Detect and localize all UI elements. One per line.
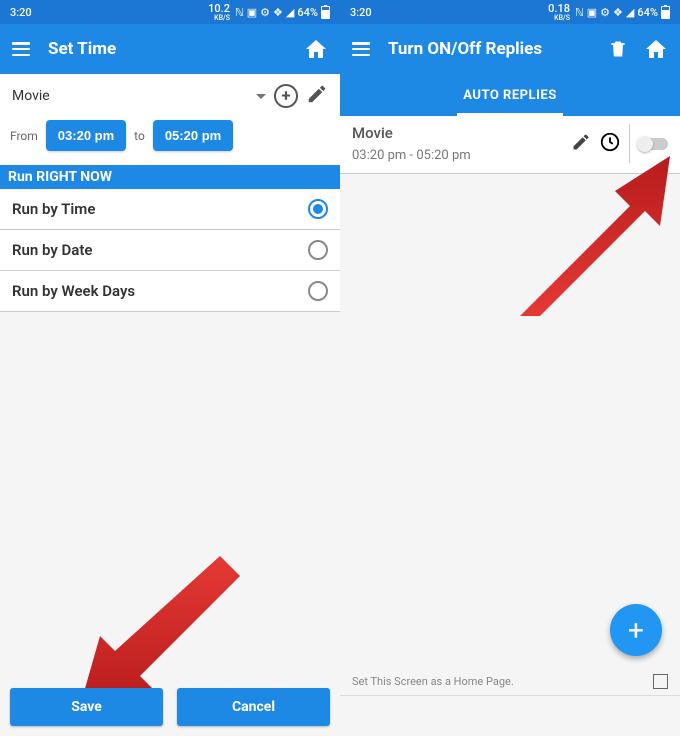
time-range-row: From 03:20 pm to 05:20 pm: [0, 114, 340, 165]
add-profile-button[interactable]: +: [274, 84, 298, 108]
page-title: Turn ON/Off Replies: [388, 39, 590, 59]
tab-bar: AUTO REPLIES: [340, 74, 680, 116]
option-run-by-week[interactable]: Run by Week Days: [0, 271, 340, 312]
screen-replies: 3:20 0.18 KB/S ℕ ▣ ⚙ ❖ ◢ 64% Turn ON/Off…: [340, 0, 680, 736]
status-time: 3:20: [10, 6, 32, 19]
edit-icon[interactable]: [571, 132, 591, 156]
from-time-button[interactable]: 03:20 pm: [46, 120, 126, 151]
chevron-down-icon: [256, 94, 266, 99]
bug-icon: ⚙: [260, 6, 270, 19]
status-right: 0.18 KB/S ℕ ▣ ⚙ ❖ ◢ 64%: [548, 2, 670, 22]
cancel-button[interactable]: Cancel: [177, 688, 330, 726]
nfc-icon: ℕ: [235, 6, 244, 19]
to-time-button[interactable]: 05:20 pm: [153, 120, 233, 151]
set-homepage-checkbox[interactable]: [653, 674, 668, 689]
clock-icon[interactable]: [599, 131, 621, 157]
fab-add-button[interactable]: +: [610, 604, 662, 656]
profile-dropdown[interactable]: Movie: [12, 82, 266, 110]
battery-icon: [661, 6, 670, 19]
body: Movie 03:20 pm - 05:20 pm + Set This Scr…: [340, 116, 680, 736]
battery-pct: 64%: [637, 6, 658, 19]
set-homepage-row: Set This Screen as a Home Page.: [340, 668, 680, 696]
radio-icon: [308, 240, 328, 260]
status-kbs: 0.18 KB/S: [548, 2, 570, 22]
reply-item-time: 03:20 pm - 05:20 pm: [352, 148, 563, 163]
menu-icon[interactable]: [352, 42, 370, 56]
cast-icon: ▣: [587, 6, 597, 19]
wifi-icon: ❖: [273, 6, 283, 19]
set-homepage-label: Set This Screen as a Home Page.: [352, 675, 514, 688]
reply-text: Movie 03:20 pm - 05:20 pm: [352, 124, 563, 163]
status-kbs: 10.2 KB/S: [208, 2, 230, 22]
reply-item-actions: [571, 124, 630, 163]
to-label: to: [134, 129, 145, 143]
status-time: 3:20: [350, 6, 372, 19]
wifi-icon: ❖: [613, 6, 623, 19]
reply-item-title: Movie: [352, 124, 563, 142]
status-right: 10.2 KB/S ℕ ▣ ⚙ ❖ ◢ 64%: [208, 2, 330, 22]
bug-icon: ⚙: [600, 6, 610, 19]
signal-icon: ◢: [626, 6, 634, 19]
tab-auto-replies[interactable]: AUTO REPLIES: [457, 88, 562, 116]
edit-profile-button[interactable]: [306, 83, 328, 109]
save-button[interactable]: Save: [10, 688, 163, 726]
profile-dropdown-value: Movie: [12, 88, 50, 104]
screen-set-time: 3:20 10.2 KB/S ℕ ▣ ⚙ ❖ ◢ 64% Set Time Mo…: [0, 0, 340, 736]
battery-icon: [321, 6, 330, 19]
reply-item[interactable]: Movie 03:20 pm - 05:20 pm: [340, 116, 680, 174]
reply-toggle[interactable]: [638, 138, 668, 150]
menu-icon[interactable]: [12, 42, 30, 56]
spacer: [0, 312, 340, 736]
nfc-icon: ℕ: [575, 6, 584, 19]
status-bar: 3:20 10.2 KB/S ℕ ▣ ⚙ ❖ ◢ 64%: [0, 0, 340, 24]
signal-icon: ◢: [286, 6, 294, 19]
trash-icon[interactable]: [608, 38, 628, 60]
status-bar: 3:20 0.18 KB/S ℕ ▣ ⚙ ❖ ◢ 64%: [340, 0, 680, 24]
app-header: Turn ON/Off Replies: [340, 24, 680, 74]
profile-dropdown-row: Movie +: [0, 74, 340, 114]
home-icon[interactable]: [644, 37, 668, 61]
home-icon[interactable]: [304, 37, 328, 61]
bottom-button-bar: Save Cancel: [0, 688, 340, 726]
radio-icon: [308, 281, 328, 301]
radio-selected-icon: [308, 199, 328, 219]
run-now-banner[interactable]: Run RIGHT NOW: [0, 165, 340, 189]
cast-icon: ▣: [247, 6, 257, 19]
from-label: From: [10, 129, 38, 143]
app-header: Set Time: [0, 24, 340, 74]
page-title: Set Time: [48, 39, 286, 59]
battery-pct: 64%: [297, 6, 318, 19]
body: Movie + From 03:20 pm to 05:20 pm Run RI…: [0, 74, 340, 736]
option-run-by-time[interactable]: Run by Time: [0, 189, 340, 230]
option-run-by-date[interactable]: Run by Date: [0, 230, 340, 271]
